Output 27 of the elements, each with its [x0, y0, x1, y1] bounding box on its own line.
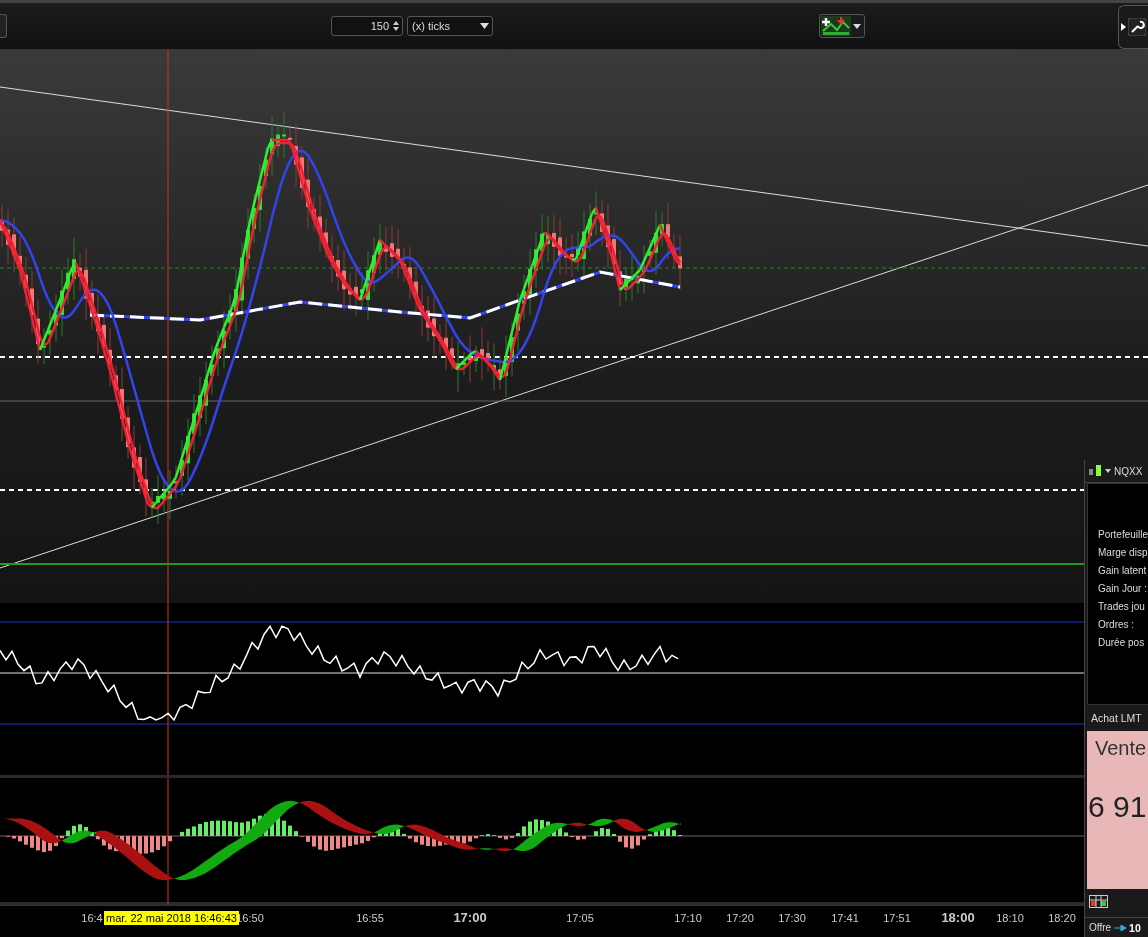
account-label: Trades jou — [1098, 601, 1146, 613]
account-label: Marge disp — [1098, 547, 1148, 559]
instrument-selector[interactable]: NQXX — [1114, 465, 1143, 477]
bar-count-field[interactable]: 150 — [331, 16, 403, 36]
account-label: Portefeuille — [1098, 529, 1148, 541]
time-label: 18:10 — [996, 912, 1024, 924]
time-label: 17:41 — [831, 912, 859, 924]
unit-dropdown[interactable]: (x) ticks — [407, 16, 493, 36]
time-label: 17:00 — [453, 910, 487, 925]
time-label: 18:20 — [1048, 912, 1076, 924]
offer-size: 10 — [1129, 921, 1141, 934]
offer-label: Offre — [1089, 922, 1112, 933]
account-label: Durée pos — [1098, 637, 1146, 649]
time-label: 18:00 — [941, 910, 975, 925]
account-label: Gain latent — [1098, 565, 1148, 577]
account-label: Ordres : — [1098, 619, 1136, 631]
time-label: 17:10 — [674, 912, 702, 924]
account-label: Gain Jour : — [1098, 583, 1148, 595]
sell-button[interactable]: Vente 6 91 — [1087, 731, 1148, 889]
order-type-selector[interactable]: Achat LMT — [1085, 705, 1148, 731]
time-label: 16:55 — [356, 912, 384, 924]
time-label: 17:05 — [566, 912, 594, 924]
time-label: 16:4 — [81, 912, 103, 924]
time-label: 17:51 — [883, 912, 911, 924]
time-label: 17:20 — [726, 912, 754, 924]
crosshair-timestamp: mar. 22 mai 2018 16:46:43 — [104, 911, 239, 925]
time-label: 17:30 — [778, 912, 806, 924]
